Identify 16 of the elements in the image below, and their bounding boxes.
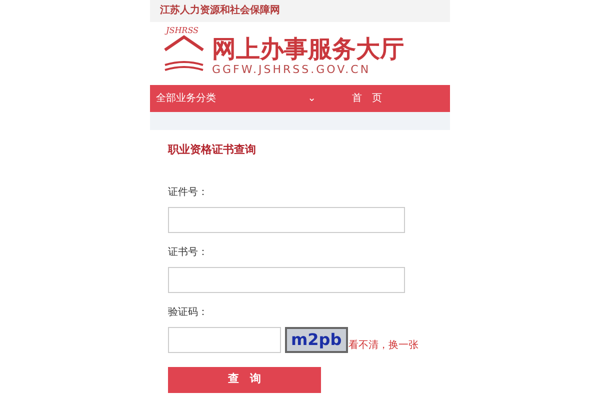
form-title: 职业资格证书查询 (168, 142, 257, 158)
category-dropdown[interactable]: 全部业务分类 ⌄ (156, 91, 336, 106)
logo-text: JSHRSS (166, 26, 200, 34)
site-title: 网上办事服务大厅 (212, 36, 404, 60)
captcha-image[interactable]: m2pb (285, 326, 348, 352)
captcha-field[interactable] (168, 326, 281, 352)
home-link[interactable]: 首 页 (352, 91, 382, 106)
field-label: 证书号： (168, 246, 209, 260)
text-field[interactable] (168, 206, 405, 232)
refresh-captcha-link[interactable]: 看不清，换一张 (348, 338, 419, 352)
field-label: 证件号： (168, 186, 209, 200)
text-field[interactable] (168, 266, 405, 292)
domain-text: GGFW.JSHRSS.GOV.CN (212, 64, 372, 74)
query-button[interactable]: 查 询 (168, 366, 321, 392)
field-label: 验证码： (168, 306, 209, 320)
site-name: 江苏人力资源和社会保障网 (160, 6, 280, 16)
